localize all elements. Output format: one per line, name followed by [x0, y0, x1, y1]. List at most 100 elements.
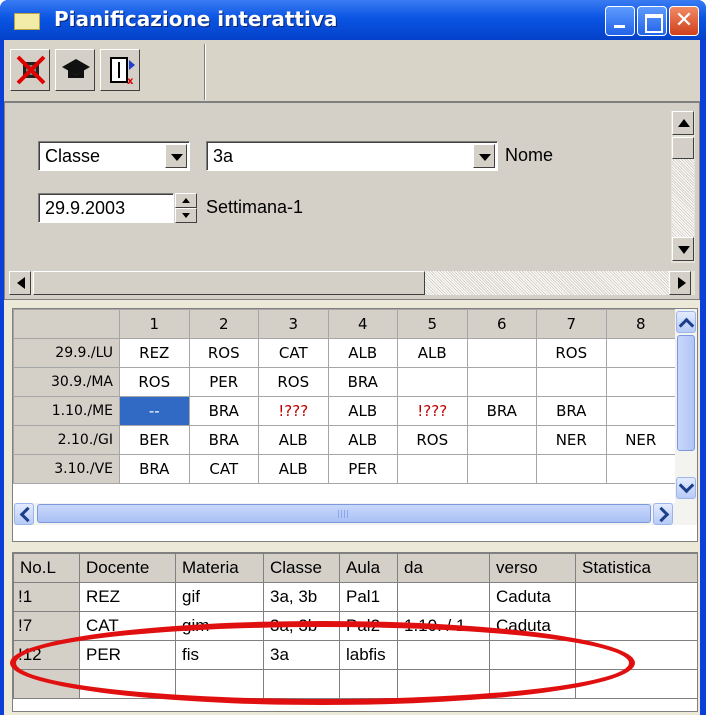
scroll-down-icon[interactable] [672, 237, 694, 261]
grid-corner-cell[interactable] [13, 309, 120, 339]
table-cell[interactable] [575, 611, 698, 641]
schedule-cell[interactable] [536, 367, 607, 397]
scroll-up-icon[interactable] [676, 311, 696, 333]
day-header[interactable]: 2.10./GI [13, 425, 120, 455]
schedule-cell[interactable]: BER [119, 425, 190, 455]
column-header[interactable]: No.L [13, 553, 80, 583]
table-cell[interactable]: !1 [13, 582, 80, 612]
day-header[interactable]: 3.10./VE [13, 454, 120, 484]
schedule-cell[interactable]: !??? [258, 396, 329, 426]
period-header[interactable]: 7 [536, 309, 607, 339]
schedule-cell[interactable] [466, 338, 537, 368]
schedule-cell[interactable]: NER [536, 425, 607, 455]
scroll-thumb[interactable] [672, 137, 694, 159]
panel-horizontal-scrollbar[interactable] [9, 271, 695, 295]
minimize-button[interactable] [605, 6, 635, 36]
day-header[interactable]: 29.9./LU [13, 338, 120, 368]
day-header[interactable]: 30.9./MA [13, 367, 120, 397]
period-header[interactable]: 5 [397, 309, 468, 339]
column-header[interactable]: Docente [79, 553, 176, 583]
schedule-cell[interactable]: ALB [397, 338, 468, 368]
grid-vertical-scrollbar[interactable] [675, 309, 697, 503]
table-cell[interactable]: !7 [13, 611, 80, 641]
period-header[interactable]: 4 [327, 309, 398, 339]
schedule-cell[interactable]: CAT [258, 338, 329, 368]
delete-button[interactable] [10, 49, 50, 91]
schedule-cell[interactable] [536, 454, 607, 484]
table-cell[interactable]: gif [175, 582, 264, 612]
column-header[interactable]: Materia [175, 553, 264, 583]
period-header[interactable]: 3 [258, 309, 329, 339]
period-header[interactable]: 2 [188, 309, 259, 339]
schedule-cell[interactable]: BRA [188, 396, 259, 426]
scroll-track[interactable] [425, 271, 669, 295]
date-stepper[interactable] [175, 193, 197, 223]
schedule-cell[interactable]: BRA [327, 367, 398, 397]
exit-button[interactable]: x [100, 49, 140, 91]
scroll-right-icon[interactable] [653, 503, 673, 525]
schedule-cell[interactable]: NER [605, 425, 676, 455]
chevron-down-icon[interactable] [473, 144, 495, 168]
scroll-up-icon[interactable] [672, 111, 694, 135]
stepper-up-icon[interactable] [175, 193, 197, 208]
schedule-cell[interactable] [466, 454, 537, 484]
schedule-cell[interactable]: PER [188, 367, 259, 397]
schedule-cell[interactable]: ALB [327, 396, 398, 426]
schedule-cell[interactable]: ALB [258, 425, 329, 455]
scroll-right-icon[interactable] [669, 271, 691, 295]
schedule-cell[interactable]: BRA [188, 425, 259, 455]
class-select[interactable]: 3a [206, 141, 498, 171]
column-header[interactable]: Classe [263, 553, 340, 583]
stepper-down-icon[interactable] [175, 208, 197, 223]
teacher-button[interactable] [55, 49, 95, 91]
schedule-cell[interactable]: ROS [397, 425, 468, 455]
schedule-cell[interactable]: ROS [119, 367, 190, 397]
schedule-cell[interactable]: REZ [119, 338, 190, 368]
schedule-cell[interactable] [605, 396, 676, 426]
schedule-cell[interactable]: !??? [397, 396, 468, 426]
column-header[interactable]: Statistica [575, 553, 698, 583]
table-cell[interactable]: Caduta [489, 582, 576, 612]
schedule-cell[interactable] [466, 425, 537, 455]
schedule-cell[interactable]: ROS [258, 367, 329, 397]
schedule-cell[interactable] [397, 454, 468, 484]
period-header[interactable]: 6 [466, 309, 537, 339]
schedule-cell[interactable]: -- [119, 396, 190, 426]
table-cell[interactable] [575, 582, 698, 612]
schedule-cell[interactable] [605, 338, 676, 368]
period-header[interactable]: 8 [605, 309, 676, 339]
period-header[interactable]: 1 [119, 309, 190, 339]
schedule-cell[interactable]: ALB [258, 454, 329, 484]
maximize-button[interactable] [637, 6, 667, 36]
column-header[interactable]: Aula [339, 553, 398, 583]
column-header[interactable]: da [397, 553, 490, 583]
schedule-cell[interactable]: ROS [188, 338, 259, 368]
table-cell[interactable] [397, 582, 490, 612]
table-row[interactable]: !1 REZ gif 3a, 3b Pal1 Caduta [13, 582, 698, 612]
schedule-cell[interactable]: BRA [119, 454, 190, 484]
day-header[interactable]: 1.10./ME [13, 396, 120, 426]
column-header[interactable]: verso [489, 553, 576, 583]
title-bar[interactable]: Pianificazione interattiva ✕ [0, 0, 706, 40]
table-cell[interactable]: Pal1 [339, 582, 398, 612]
type-select[interactable]: Classe [38, 141, 190, 171]
table-cell[interactable]: REZ [79, 582, 176, 612]
schedule-cell[interactable]: ALB [327, 425, 398, 455]
close-button[interactable]: ✕ [669, 6, 699, 36]
schedule-cell[interactable]: BRA [466, 396, 537, 426]
scroll-track[interactable] [672, 159, 694, 237]
table-cell[interactable]: 3a, 3b [263, 582, 340, 612]
schedule-cell[interactable]: ROS [536, 338, 607, 368]
scroll-down-icon[interactable] [676, 477, 696, 499]
schedule-cell[interactable]: BRA [536, 396, 607, 426]
schedule-cell[interactable]: CAT [188, 454, 259, 484]
scroll-left-icon[interactable] [14, 503, 34, 525]
scroll-thumb[interactable] [677, 335, 695, 451]
schedule-cell[interactable] [397, 367, 468, 397]
schedule-cell[interactable]: PER [327, 454, 398, 484]
schedule-cell[interactable] [605, 367, 676, 397]
scroll-thumb[interactable] [33, 271, 425, 295]
schedule-cell[interactable] [605, 454, 676, 484]
date-field[interactable]: 29.9.2003 [38, 193, 174, 223]
chevron-down-icon[interactable] [165, 144, 187, 168]
